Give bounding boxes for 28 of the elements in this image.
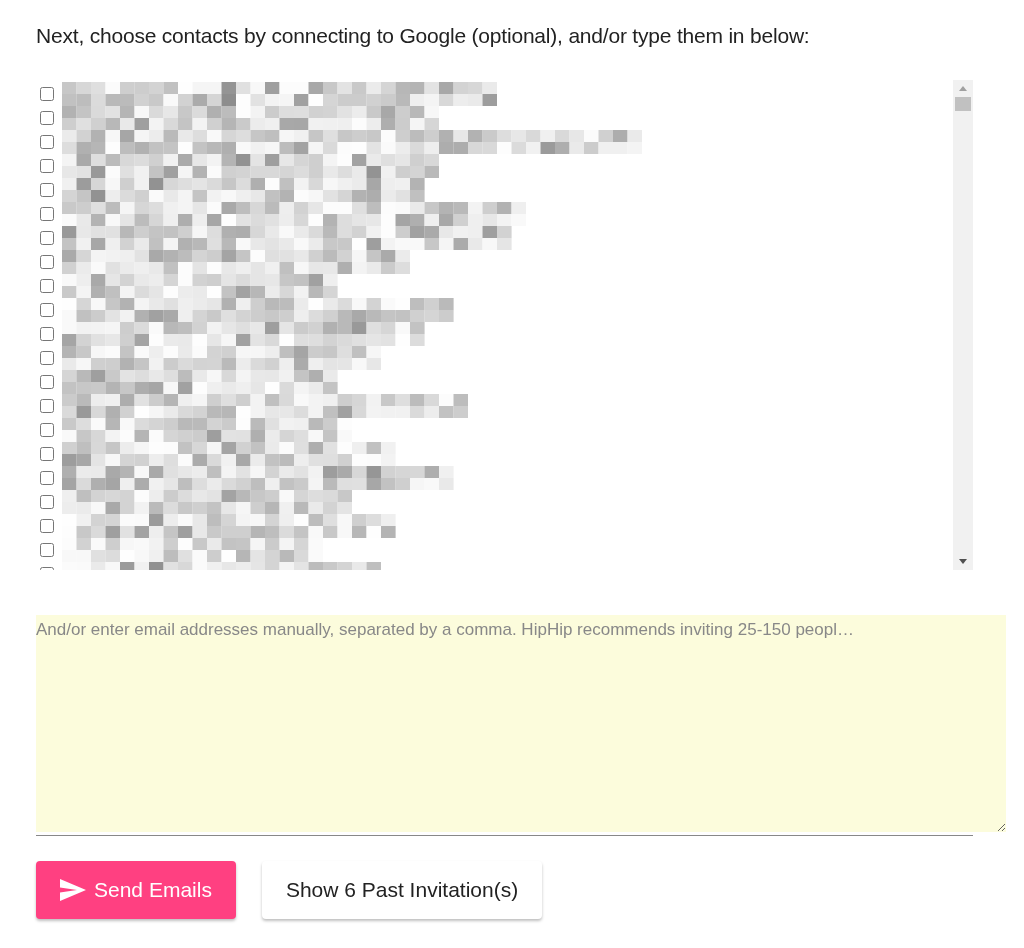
contact-checkbox[interactable] (40, 543, 54, 557)
contact-checkbox[interactable] (40, 231, 54, 245)
contact-checkbox[interactable] (40, 375, 54, 389)
contact-checkbox[interactable] (40, 135, 54, 149)
contact-checkbox[interactable] (40, 255, 54, 269)
contact-checkbox[interactable] (40, 183, 54, 197)
contact-checkbox[interactable] (40, 471, 54, 485)
scrollbar-thumb[interactable] (955, 97, 971, 111)
contact-checkbox[interactable] (40, 279, 54, 293)
scrollbar[interactable] (953, 80, 973, 570)
contact-checkbox[interactable] (40, 327, 54, 341)
contact-checkbox[interactable] (40, 447, 54, 461)
instruction-text: Next, choose contacts by connecting to Google (optional), and/or type them in below: (36, 24, 811, 48)
past-invitations-button[interactable]: Show 6 Past Invitation(s) (261, 861, 543, 919)
contact-checkbox[interactable] (40, 423, 54, 437)
scroll-down-icon[interactable] (959, 559, 967, 564)
scroll-up-icon[interactable] (959, 86, 967, 91)
contact-checkbox[interactable] (40, 111, 54, 125)
contact-checkbox[interactable] (40, 351, 54, 365)
contact-checkbox[interactable] (40, 159, 54, 173)
contact-checkbox[interactable] (40, 399, 54, 413)
contact-checkbox[interactable] (40, 303, 54, 317)
send-icon (60, 879, 86, 901)
email-input-field[interactable]: And/or enter email addresses manually, separated by a comma. HipHip recommends inviting 25-150 peopl… (36, 615, 1006, 832)
contact-checkbox[interactable] (40, 207, 54, 221)
contact-checkbox[interactable] (40, 87, 54, 101)
contact-checkbox[interactable] (40, 519, 54, 533)
contact-checkbox[interactable] (40, 495, 54, 509)
